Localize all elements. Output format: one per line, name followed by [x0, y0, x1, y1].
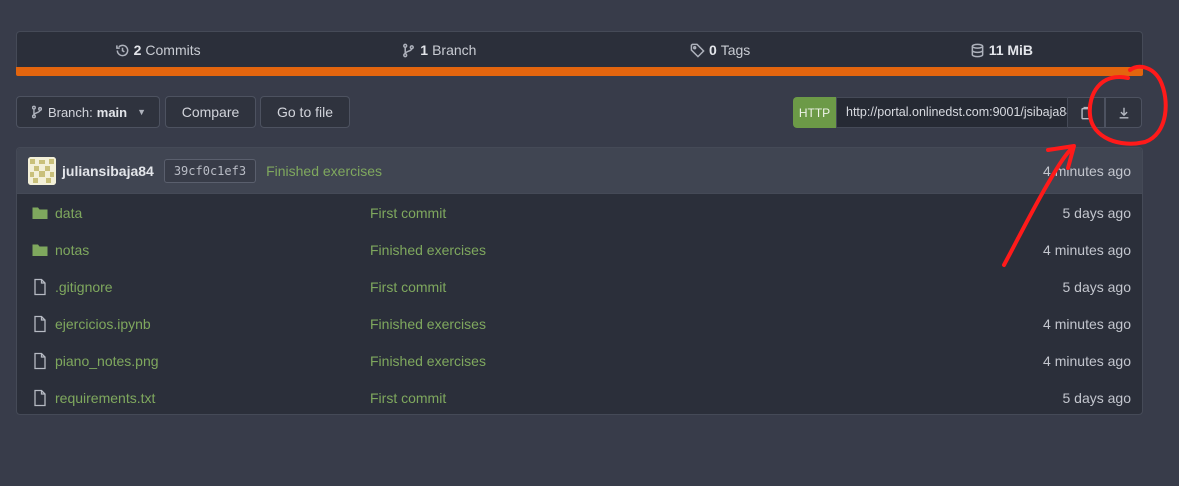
file-commit-time: 4 minutes ago — [1043, 315, 1131, 332]
tag-icon — [690, 43, 705, 58]
tags-count: 0 — [708, 42, 717, 58]
branches-count: 1 — [420, 42, 429, 58]
branches-label: Branch — [432, 42, 477, 58]
go-to-file-button[interactable]: Go to file — [260, 96, 350, 128]
clone-url-group: HTTP http://portal.onlinedst.com:9001/js… — [793, 97, 1105, 128]
clone-url-input[interactable]: http://portal.onlinedst.com:9001/jsibaja… — [836, 97, 1068, 128]
file-name[interactable]: notas — [55, 242, 89, 258]
file-commit-message[interactable]: Finished exercises — [370, 353, 486, 369]
commits-stat[interactable]: 2 Commits — [17, 42, 298, 58]
identicon-icon — [28, 156, 56, 185]
compare-button[interactable]: Compare — [165, 96, 256, 128]
file-commit-message[interactable]: First commit — [370, 279, 446, 295]
database-icon — [971, 43, 984, 57]
copy-url-button[interactable] — [1068, 97, 1105, 128]
table-row[interactable]: piano_notes.png Finished exercises 4 min… — [17, 342, 1142, 379]
language-bar[interactable] — [16, 67, 1143, 76]
commit-message[interactable]: Finished exercises — [266, 163, 382, 179]
repo-stats-bar: 2 Commits 1 Branch 0 Tags 11 MiB — [16, 31, 1143, 68]
branch-icon — [403, 43, 415, 57]
caret-down-icon: ▼ — [137, 107, 147, 117]
repo-size: 11 MiB — [988, 42, 1034, 58]
file-icon — [31, 278, 49, 296]
file-commit-message[interactable]: First commit — [370, 390, 446, 406]
file-icon — [31, 352, 49, 370]
commit-author[interactable]: juliansibaja84 — [62, 163, 154, 179]
file-icon — [31, 389, 49, 407]
latest-commit-header: juliansibaja84 39cf0c1ef3 Finished exerc… — [17, 148, 1142, 194]
branch-name: main — [96, 104, 128, 120]
table-row[interactable]: ejercicios.ipynb Finished exercises 4 mi… — [17, 305, 1142, 342]
tags-label: Tags — [720, 42, 751, 58]
file-icon — [31, 315, 49, 333]
commit-time: 4 minutes ago — [1043, 162, 1131, 179]
branches-stat[interactable]: 1 Branch — [298, 42, 579, 58]
file-commit-time: 5 days ago — [1062, 389, 1132, 406]
download-button[interactable] — [1105, 97, 1142, 128]
file-name[interactable]: .gitignore — [55, 279, 113, 295]
tags-stat[interactable]: 0 Tags — [580, 42, 861, 58]
file-commit-message[interactable]: Finished exercises — [370, 242, 486, 258]
file-commit-message[interactable]: Finished exercises — [370, 316, 486, 332]
branch-prefix: Branch: — [47, 104, 93, 120]
file-commit-time: 5 days ago — [1062, 278, 1132, 295]
file-commit-time: 4 minutes ago — [1043, 241, 1131, 258]
table-row[interactable]: notas Finished exercises 4 minutes ago — [17, 231, 1142, 268]
folder-icon — [31, 241, 49, 259]
file-name[interactable]: piano_notes.png — [55, 353, 159, 369]
history-icon — [115, 44, 128, 56]
http-protocol-button[interactable]: HTTP — [793, 97, 836, 128]
download-icon — [1119, 107, 1128, 119]
commits-label: Commits — [145, 42, 201, 58]
size-stat[interactable]: 11 MiB — [861, 42, 1142, 58]
folder-icon — [31, 204, 49, 222]
file-name[interactable]: data — [55, 205, 82, 221]
file-table: juliansibaja84 39cf0c1ef3 Finished exerc… — [16, 147, 1143, 415]
branch-icon — [31, 105, 43, 119]
table-row[interactable]: requirements.txt First commit 5 days ago — [17, 379, 1142, 414]
avatar[interactable] — [28, 156, 56, 185]
file-commit-time: 5 days ago — [1062, 204, 1132, 221]
file-commit-time: 4 minutes ago — [1043, 352, 1131, 369]
commits-count: 2 — [133, 42, 142, 58]
file-commit-message[interactable]: First commit — [370, 205, 446, 221]
commit-sha[interactable]: 39cf0c1ef3 — [163, 158, 257, 183]
table-row[interactable]: .gitignore First commit 5 days ago — [17, 268, 1142, 305]
table-row[interactable]: data First commit 5 days ago — [17, 194, 1142, 231]
file-name[interactable]: requirements.txt — [55, 390, 155, 406]
clipboard-icon — [1081, 106, 1091, 119]
file-name[interactable]: ejercicios.ipynb — [55, 316, 151, 332]
branch-dropdown[interactable]: Branch: main ▼ — [16, 96, 160, 128]
